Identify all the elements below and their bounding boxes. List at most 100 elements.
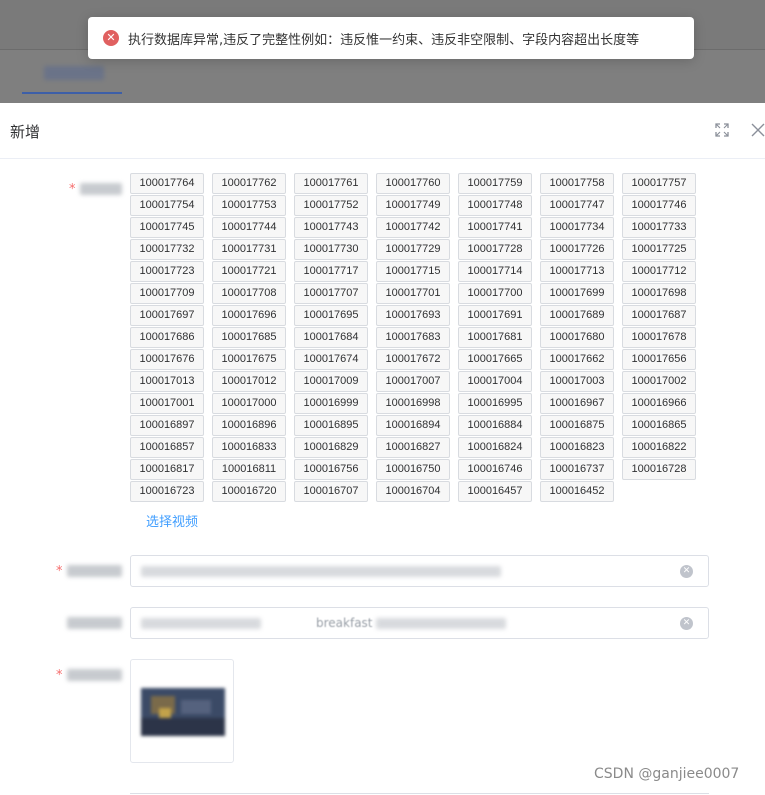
video-tag: 100017726 <box>540 239 614 260</box>
video-tag: 100016967 <box>540 393 614 414</box>
field2-value <box>141 566 501 577</box>
background-tab <box>22 60 127 94</box>
video-tag: 100017665 <box>458 349 532 370</box>
video-tag: 100016707 <box>294 481 368 502</box>
video-tag: 100017007 <box>376 371 450 392</box>
video-tag: 100017009 <box>294 371 368 392</box>
video-tag: 100016827 <box>376 437 450 458</box>
background-tab-label <box>44 66 104 80</box>
video-tag: 100017699 <box>540 283 614 304</box>
video-tag: 100016884 <box>458 415 532 436</box>
video-tag: 100016895 <box>294 415 368 436</box>
video-tag: 100017675 <box>212 349 286 370</box>
video-tag: 100017715 <box>376 261 450 282</box>
video-tag: 100017700 <box>458 283 532 304</box>
video-tag: 100017708 <box>212 283 286 304</box>
video-tag: 100016822 <box>622 437 696 458</box>
video-tag: 100017709 <box>130 283 204 304</box>
video-tag: 100017676 <box>130 349 204 370</box>
video-tag: 100017683 <box>376 327 450 348</box>
dialog-title: 新增 <box>10 123 41 141</box>
video-tag: 100017680 <box>540 327 614 348</box>
video-tag: 100017760 <box>376 173 450 194</box>
video-tag: 100017698 <box>622 283 696 304</box>
video-tag: 100016865 <box>622 415 696 436</box>
video-tag: 100017697 <box>130 305 204 326</box>
video-tag: 100017002 <box>622 371 696 392</box>
clear-icon[interactable]: ✕ <box>680 565 693 578</box>
video-tag: 100017761 <box>294 173 368 194</box>
video-tag: 100017713 <box>540 261 614 282</box>
background-tab-indicator <box>22 92 122 94</box>
required-marker: * <box>56 564 63 579</box>
video-tag: 100017684 <box>294 327 368 348</box>
video-tag: 100016857 <box>130 437 204 458</box>
video-tag: 100017732 <box>130 239 204 260</box>
video-tag: 100016823 <box>540 437 614 458</box>
video-tag: 100017744 <box>212 217 286 238</box>
video-tag: 100017003 <box>540 371 614 392</box>
video-tag: 100017012 <box>212 371 286 392</box>
field2-label <box>67 565 122 577</box>
video-tag: 100017746 <box>622 195 696 216</box>
video-tag: 100017696 <box>212 305 286 326</box>
video-tag: 100017758 <box>540 173 614 194</box>
required-marker: * <box>56 668 63 683</box>
clear-icon[interactable]: ✕ <box>680 617 693 630</box>
fullscreen-icon[interactable] <box>714 122 730 138</box>
video-tag: 100017743 <box>294 217 368 238</box>
video-tag: 100017695 <box>294 305 368 326</box>
video-tag: 100017759 <box>458 173 532 194</box>
video-tag: 100016829 <box>294 437 368 458</box>
video-tag: 100017693 <box>376 305 450 326</box>
video-tag: 100017745 <box>130 217 204 238</box>
video-tag: 100016457 <box>458 481 532 502</box>
video-tag: 100016737 <box>540 459 614 480</box>
required-marker: * <box>69 182 76 197</box>
video-tag: 100017689 <box>540 305 614 326</box>
video-tag: 100017717 <box>294 261 368 282</box>
field3-value-a <box>141 618 261 629</box>
field3-input[interactable]: breakfast ✕ <box>130 607 709 639</box>
video-tag: 100017747 <box>540 195 614 216</box>
video-tag: 100017734 <box>540 217 614 238</box>
error-toast: ✕ 执行数据库异常,违反了完整性例如：违反惟一约束、违反非空限制、字段内容超出长… <box>88 17 694 59</box>
video-tag: 100017004 <box>458 371 532 392</box>
toast-message: 执行数据库异常,违反了完整性例如：违反惟一约束、违反非空限制、字段内容超出长度等 <box>128 32 640 48</box>
video-tag: 100017001 <box>130 393 204 414</box>
video-tag: 100016704 <box>376 481 450 502</box>
close-icon[interactable] <box>750 122 765 138</box>
video-tag: 100016995 <box>458 393 532 414</box>
select-video-link[interactable]: 选择视频 <box>146 511 198 530</box>
field3-label <box>67 617 122 629</box>
video-tag: 100017748 <box>458 195 532 216</box>
video-tag: 100016756 <box>294 459 368 480</box>
video-tag: 100016999 <box>294 393 368 414</box>
video-tag: 100017757 <box>622 173 696 194</box>
video-tag: 100017674 <box>294 349 368 370</box>
image-upload[interactable] <box>130 659 234 763</box>
error-circle-icon: ✕ <box>103 30 119 46</box>
video-tag: 100017729 <box>376 239 450 260</box>
video-field-label <box>80 183 122 195</box>
video-tag: 100017686 <box>130 327 204 348</box>
video-tag: 100017762 <box>212 173 286 194</box>
video-tag: 100016720 <box>212 481 286 502</box>
video-tag: 100017687 <box>622 305 696 326</box>
video-tag: 100017741 <box>458 217 532 238</box>
field2-input[interactable]: ✕ <box>130 555 709 587</box>
video-tag: 100017712 <box>622 261 696 282</box>
video-tag: 100016998 <box>376 393 450 414</box>
video-tag: 100016452 <box>540 481 614 502</box>
add-dialog: 新增 * 100017764 100017762 100017761 10001776… <box>0 103 765 795</box>
cover-image <box>141 688 225 736</box>
video-tag: 100017721 <box>212 261 286 282</box>
video-tag: 100016817 <box>130 459 204 480</box>
video-tag: 100017013 <box>130 371 204 392</box>
video-tag: 100017749 <box>376 195 450 216</box>
dialog-header: 新增 <box>0 103 765 159</box>
video-tag: 100017730 <box>294 239 368 260</box>
video-tag: 100017754 <box>130 195 204 216</box>
video-tag: 100016833 <box>212 437 286 458</box>
video-tag: 100016894 <box>376 415 450 436</box>
